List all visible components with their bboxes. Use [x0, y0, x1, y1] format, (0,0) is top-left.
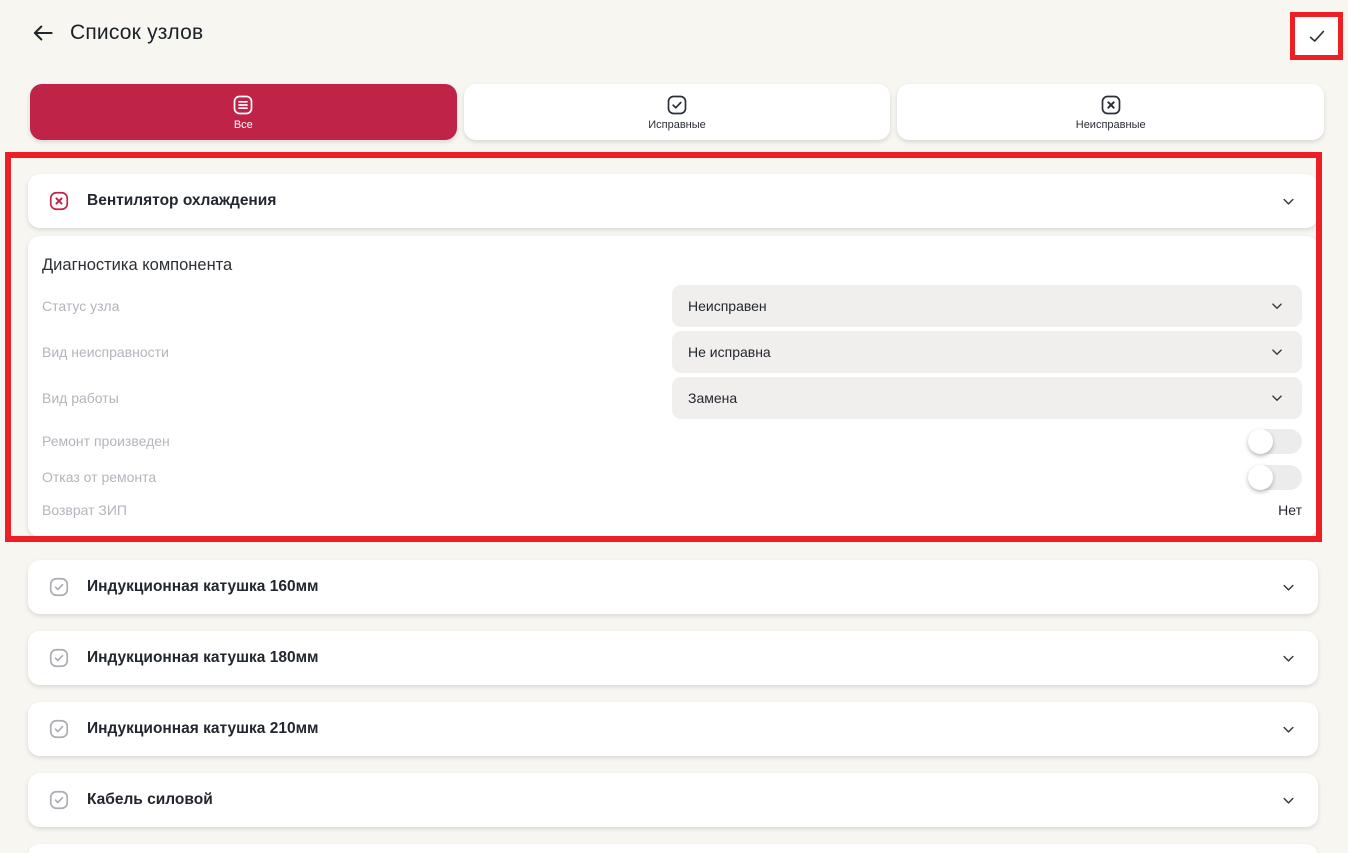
work-type-select[interactable]: Замена: [672, 377, 1302, 419]
fault-type-select[interactable]: Не исправна: [672, 331, 1302, 373]
node-title: Индукционная катушка 180мм: [87, 649, 1262, 667]
node-title: Вентилятор охлаждения: [87, 192, 1262, 210]
confirm-button[interactable]: [1290, 12, 1343, 60]
tab-all-label: Все: [234, 119, 253, 131]
accordion-header-partial[interactable]: [28, 844, 1318, 853]
field-node-status: Статус узла Неисправен: [42, 285, 1302, 327]
chevron-down-icon: [1268, 343, 1286, 361]
field-label: Возврат ЗИП: [42, 502, 127, 518]
accordion-header-fan[interactable]: Вентилятор охлаждения: [28, 174, 1318, 228]
toggle-knob: [1248, 429, 1273, 454]
tab-working-label: Исправные: [648, 119, 706, 131]
check-icon: [1306, 25, 1328, 47]
accordion-header-coil-160[interactable]: Индукционная катушка 160мм: [28, 560, 1318, 614]
chevron-down-icon[interactable]: [1279, 791, 1298, 810]
chevron-down-icon[interactable]: [1279, 649, 1298, 668]
list-square-icon: [231, 93, 255, 117]
nodes-list-screen: Список узлов Все: [0, 0, 1348, 853]
accordion-header-coil-180[interactable]: Индукционная катушка 180мм: [28, 631, 1318, 685]
check-square-icon: [665, 93, 689, 117]
page-title: Список узлов: [70, 21, 203, 45]
tab-all[interactable]: Все: [30, 84, 457, 140]
check-square-icon: [48, 647, 70, 669]
field-label: Ремонт произведен: [42, 433, 170, 449]
repair-done-toggle[interactable]: [1248, 429, 1302, 454]
node-title: Индукционная катушка 210мм: [87, 720, 1262, 738]
check-square-icon: [48, 789, 70, 811]
arrow-left-icon: [30, 20, 56, 46]
x-square-icon: [1099, 93, 1123, 117]
field-label: Статус узла: [42, 298, 119, 314]
toggle-knob: [1248, 465, 1273, 490]
tab-working[interactable]: Исправные: [464, 84, 891, 140]
nodes-list: Вентилятор охлаждения Диагностика компон…: [28, 174, 1318, 853]
chevron-down-icon[interactable]: [1279, 578, 1298, 597]
accordion-header-coil-210[interactable]: Индукционная катушка 210мм: [28, 702, 1318, 756]
field-label: Вид неисправности: [42, 344, 169, 360]
chevron-down-icon[interactable]: [1279, 720, 1298, 739]
diagnostics-title: Диагностика компонента: [42, 256, 1302, 275]
back-button[interactable]: [30, 20, 56, 46]
node-title: Индукционная катушка 160мм: [87, 578, 1262, 596]
diagnostics-panel: Диагностика компонента Статус узла Неисп…: [28, 236, 1318, 537]
tab-faulty-label: Неисправные: [1076, 119, 1146, 131]
check-square-icon: [48, 576, 70, 598]
node-title: Кабель силовой: [87, 791, 1262, 809]
field-label: Отказ от ремонта: [42, 469, 156, 485]
tab-faulty[interactable]: Неисправные: [897, 84, 1324, 140]
chevron-down-icon[interactable]: [1279, 192, 1298, 211]
field-repair-refused: Отказ от ремонта: [42, 459, 1302, 495]
accordion-header-power-cable[interactable]: Кабель силовой: [28, 773, 1318, 827]
chevron-down-icon: [1268, 389, 1286, 407]
field-repair-done: Ремонт произведен: [42, 423, 1302, 459]
check-square-icon: [48, 718, 70, 740]
header: Список узлов: [30, 20, 203, 46]
filter-tabs: Все Исправные Неисправные: [30, 84, 1324, 140]
node-status-select[interactable]: Неисправен: [672, 285, 1302, 327]
field-label: Вид работы: [42, 390, 119, 406]
field-zip-return: Возврат ЗИП Нет: [42, 495, 1302, 525]
field-work-type: Вид работы Замена: [42, 377, 1302, 419]
chevron-down-icon: [1268, 297, 1286, 315]
field-fault-type: Вид неисправности Не исправна: [42, 331, 1302, 373]
zip-return-value: Нет: [1278, 502, 1302, 518]
x-square-icon: [48, 190, 70, 212]
repair-refused-toggle[interactable]: [1248, 465, 1302, 490]
